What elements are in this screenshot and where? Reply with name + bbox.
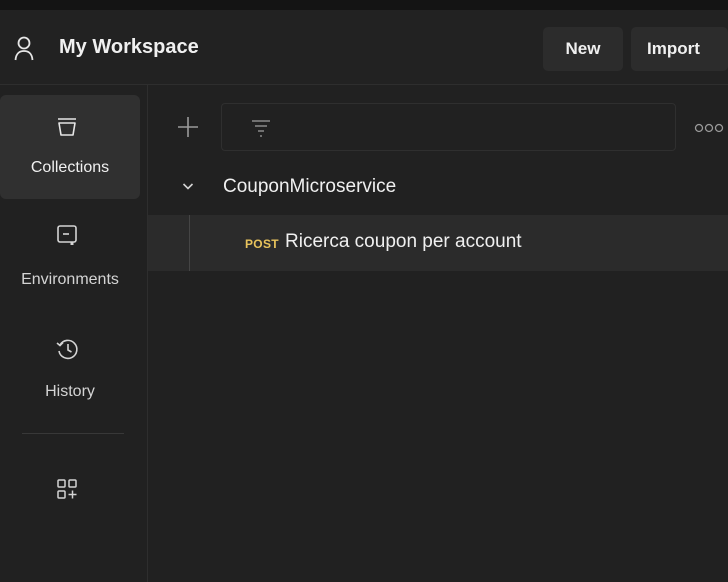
plus-icon[interactable] [176,115,200,139]
add-workbench-icon[interactable] [55,477,79,501]
sidebar-item-history[interactable]: History [0,329,140,419]
environments-icon [57,225,77,245]
request-name: Ricerca coupon per account [285,231,522,252]
sidebar-item-environments[interactable]: Environments [0,215,140,305]
search-filter-box [221,103,676,151]
request-row[interactable]: POST Ricerca coupon per account [148,215,728,271]
sidebar-item-label: History [45,383,95,400]
collection-name: CouponMicroservice [223,176,397,197]
tree-indent-line [189,215,190,271]
history-icon [56,339,78,360]
sidebar-item-label: Collections [30,159,110,176]
user-icon[interactable] [14,35,34,61]
more-options-icon[interactable] [694,122,728,134]
sidebar-item-label: Environments [21,271,119,288]
workspace-title[interactable]: My Workspace [59,35,199,59]
search-input[interactable] [266,114,670,142]
method-badge: POST [245,237,279,251]
collection-row[interactable]: CouponMicroservice [148,163,728,209]
chevron-down-icon[interactable] [182,180,194,192]
window-top-strip [0,0,728,10]
new-button[interactable]: New [543,27,623,71]
sidebar: Collections Environments History [0,85,148,582]
sidebar-divider [22,433,124,434]
workspace-header: My Workspace New Import [0,10,728,85]
collections-panel: CouponMicroservice POST Ricerca coupon p… [148,85,728,582]
collections-icon [58,118,76,136]
import-button[interactable]: Import [631,27,728,71]
sidebar-item-collections[interactable]: Collections [0,95,140,199]
